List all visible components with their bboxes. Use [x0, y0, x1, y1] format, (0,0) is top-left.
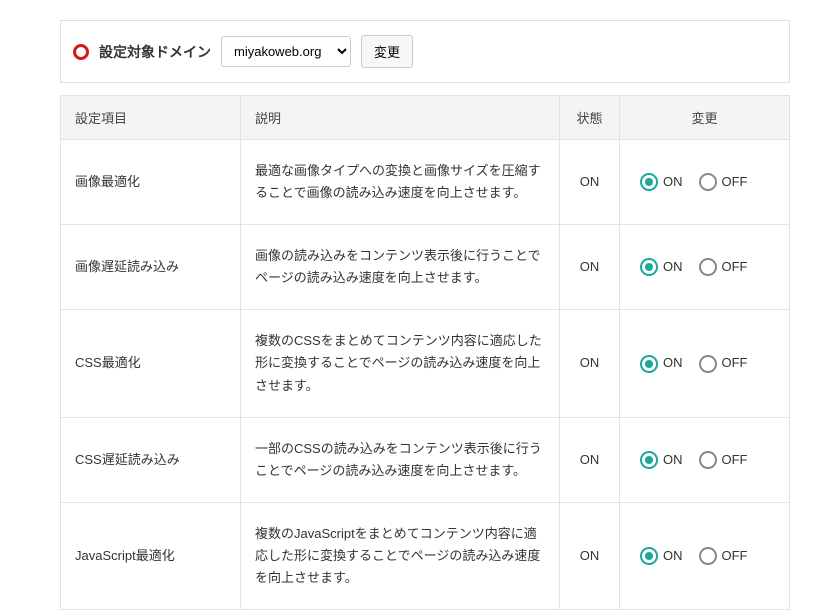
cell-description: 複数のJavaScriptをまとめてコンテンツ内容に適応した形に変換することでペ… — [241, 502, 560, 609]
radio-off[interactable]: OFF — [699, 545, 748, 567]
radio-circle-icon — [640, 258, 658, 276]
target-icon — [73, 44, 89, 60]
settings-table: 設定項目 説明 状態 変更 画像最適化最適な画像タイプへの変換と画像サイズを圧縮… — [60, 95, 790, 610]
cell-status: ON — [560, 140, 620, 225]
radio-on[interactable]: ON — [640, 449, 683, 471]
radio-group: ON OFF — [640, 256, 775, 278]
header-change: 変更 — [620, 96, 790, 140]
header-item: 設定項目 — [61, 96, 241, 140]
radio-on[interactable]: ON — [640, 171, 683, 193]
radio-on-label: ON — [663, 352, 683, 374]
cell-description: 最適な画像タイプへの変換と画像サイズを圧縮することで画像の読み込み速度を向上させ… — [241, 140, 560, 225]
radio-circle-icon — [699, 547, 717, 565]
cell-change: ON OFF — [620, 140, 790, 225]
radio-on-label: ON — [663, 256, 683, 278]
radio-circle-icon — [640, 451, 658, 469]
cell-description: 一部のCSSの読み込みをコンテンツ表示後に行うことでページの読み込み速度を向上さ… — [241, 417, 560, 502]
domain-selector-bar: 設定対象ドメイン miyakoweb.org 変更 — [60, 20, 790, 83]
radio-circle-icon — [699, 451, 717, 469]
radio-circle-icon — [640, 355, 658, 373]
table-row: CSS遅延読み込み一部のCSSの読み込みをコンテンツ表示後に行うことでページの読… — [61, 417, 790, 502]
radio-group: ON OFF — [640, 449, 775, 471]
radio-on[interactable]: ON — [640, 352, 683, 374]
radio-on[interactable]: ON — [640, 256, 683, 278]
radio-on-label: ON — [663, 449, 683, 471]
cell-status: ON — [560, 225, 620, 310]
table-row: 画像遅延読み込み画像の読み込みをコンテンツ表示後に行うことでページの読み込み速度… — [61, 225, 790, 310]
cell-status: ON — [560, 502, 620, 609]
radio-on-label: ON — [663, 545, 683, 567]
domain-label: 設定対象ドメイン — [99, 42, 211, 62]
cell-description: 複数のCSSをまとめてコンテンツ内容に適応した形に変換することでページの読み込み… — [241, 310, 560, 417]
radio-off-label: OFF — [722, 352, 748, 374]
radio-circle-icon — [640, 547, 658, 565]
cell-change: ON OFF — [620, 502, 790, 609]
radio-group: ON OFF — [640, 171, 775, 193]
table-row: CSS最適化複数のCSSをまとめてコンテンツ内容に適応した形に変換することでペー… — [61, 310, 790, 417]
radio-off[interactable]: OFF — [699, 449, 748, 471]
cell-item: JavaScript最適化 — [61, 502, 241, 609]
cell-status: ON — [560, 417, 620, 502]
radio-circle-icon — [699, 258, 717, 276]
radio-group: ON OFF — [640, 352, 775, 374]
table-row: 画像最適化最適な画像タイプへの変換と画像サイズを圧縮することで画像の読み込み速度… — [61, 140, 790, 225]
radio-on[interactable]: ON — [640, 545, 683, 567]
cell-change: ON OFF — [620, 417, 790, 502]
cell-item: 画像遅延読み込み — [61, 225, 241, 310]
radio-circle-icon — [640, 173, 658, 191]
cell-description: 画像の読み込みをコンテンツ表示後に行うことでページの読み込み速度を向上させます。 — [241, 225, 560, 310]
header-description: 説明 — [241, 96, 560, 140]
domain-change-button[interactable]: 変更 — [361, 35, 413, 68]
radio-circle-icon — [699, 355, 717, 373]
table-row: JavaScript最適化複数のJavaScriptをまとめてコンテンツ内容に適… — [61, 502, 790, 609]
radio-off[interactable]: OFF — [699, 171, 748, 193]
radio-group: ON OFF — [640, 545, 775, 567]
radio-off[interactable]: OFF — [699, 256, 748, 278]
radio-off-label: OFF — [722, 449, 748, 471]
radio-off-label: OFF — [722, 256, 748, 278]
cell-item: CSS遅延読み込み — [61, 417, 241, 502]
domain-select[interactable]: miyakoweb.org — [221, 36, 351, 67]
radio-off[interactable]: OFF — [699, 352, 748, 374]
radio-off-label: OFF — [722, 545, 748, 567]
cell-change: ON OFF — [620, 310, 790, 417]
cell-item: CSS最適化 — [61, 310, 241, 417]
cell-change: ON OFF — [620, 225, 790, 310]
cell-status: ON — [560, 310, 620, 417]
radio-off-label: OFF — [722, 171, 748, 193]
radio-circle-icon — [699, 173, 717, 191]
header-status: 状態 — [560, 96, 620, 140]
cell-item: 画像最適化 — [61, 140, 241, 225]
radio-on-label: ON — [663, 171, 683, 193]
